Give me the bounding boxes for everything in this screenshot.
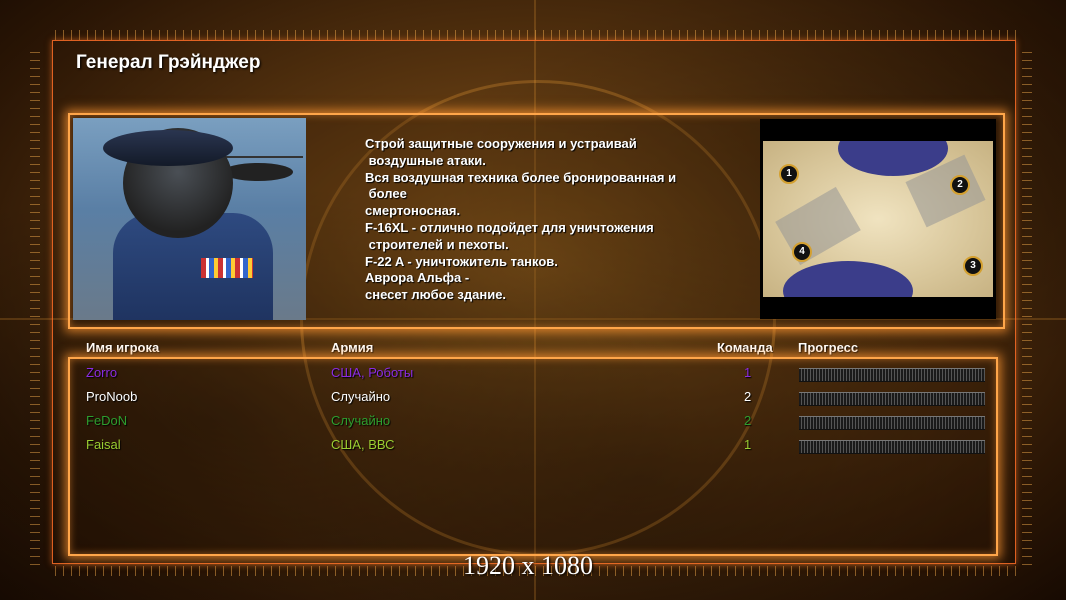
- player-team: 2: [744, 413, 752, 428]
- description-line: смертоносная.: [365, 203, 461, 219]
- player-row: FeDoN Случайно 2: [0, 410, 1066, 432]
- start-position-marker: 2: [950, 175, 970, 195]
- resolution-label: 1920 x 1080: [463, 551, 593, 580]
- description-line: более: [365, 186, 407, 202]
- start-position-marker: 1: [779, 164, 799, 184]
- column-header-progress: Прогресс: [798, 340, 859, 355]
- player-army: США, Роботы: [331, 365, 414, 380]
- general-title: Генерал Грэйнджер: [76, 52, 261, 73]
- description-line: F-16XL - отлично подойдет для уничтожени…: [365, 219, 654, 235]
- player-name: ProNoob: [86, 389, 138, 404]
- description-line: Аврора Альфа -: [365, 270, 470, 286]
- description-line: строителей и пехоты.: [365, 236, 509, 252]
- ruler-left: [30, 45, 40, 565]
- player-row: ProNoob Случайно 2: [0, 386, 1066, 408]
- column-header-army: Армия: [331, 340, 374, 355]
- description-line: Вся воздушная техника более бронированна…: [365, 169, 677, 185]
- general-description: Строй защитные сооружения и устраивай во…: [365, 136, 745, 304]
- column-header-team: Команда: [717, 340, 773, 355]
- player-row: Zorro США, Роботы 1: [0, 362, 1066, 384]
- player-name: Faisal: [86, 437, 121, 452]
- officer-cap-shape: [103, 130, 233, 166]
- loading-progress-bar: [799, 368, 985, 382]
- player-name: Zorro: [86, 365, 118, 380]
- description-line: воздушные атаки.: [365, 152, 486, 168]
- map-preview: 1 2 3 4: [760, 119, 996, 319]
- map-base-area: [775, 186, 861, 266]
- map-terrain: 1 2 3 4: [763, 141, 993, 297]
- player-row: Faisal США, ВВС 1: [0, 434, 1066, 456]
- map-water: [783, 261, 913, 297]
- start-position-marker: 4: [792, 242, 812, 262]
- player-team: 1: [744, 437, 752, 452]
- player-army: Случайно: [331, 413, 391, 428]
- column-header-player: Имя игрока: [86, 340, 160, 355]
- description-line: снесет любое здание.: [365, 287, 507, 303]
- medal-ribbons: [201, 258, 253, 278]
- player-army: США, ВВС: [331, 437, 395, 452]
- player-team: 1: [744, 365, 752, 380]
- description-line: F-22 A - уничтожитель танков.: [365, 253, 558, 269]
- player-name: FeDoN: [86, 413, 128, 428]
- player-team: 2: [744, 389, 752, 404]
- ruler-right: [1022, 45, 1032, 565]
- general-portrait: [73, 118, 306, 320]
- helicopter-shape: [223, 163, 293, 181]
- start-position-marker: 3: [963, 256, 983, 276]
- description-line: Строй защитные сооружения и устраивай: [365, 136, 637, 151]
- loading-progress-bar: [799, 440, 985, 454]
- loading-progress-bar: [799, 392, 985, 406]
- player-army: Случайно: [331, 389, 391, 404]
- loading-progress-bar: [799, 416, 985, 430]
- ruler-top: [55, 30, 1021, 40]
